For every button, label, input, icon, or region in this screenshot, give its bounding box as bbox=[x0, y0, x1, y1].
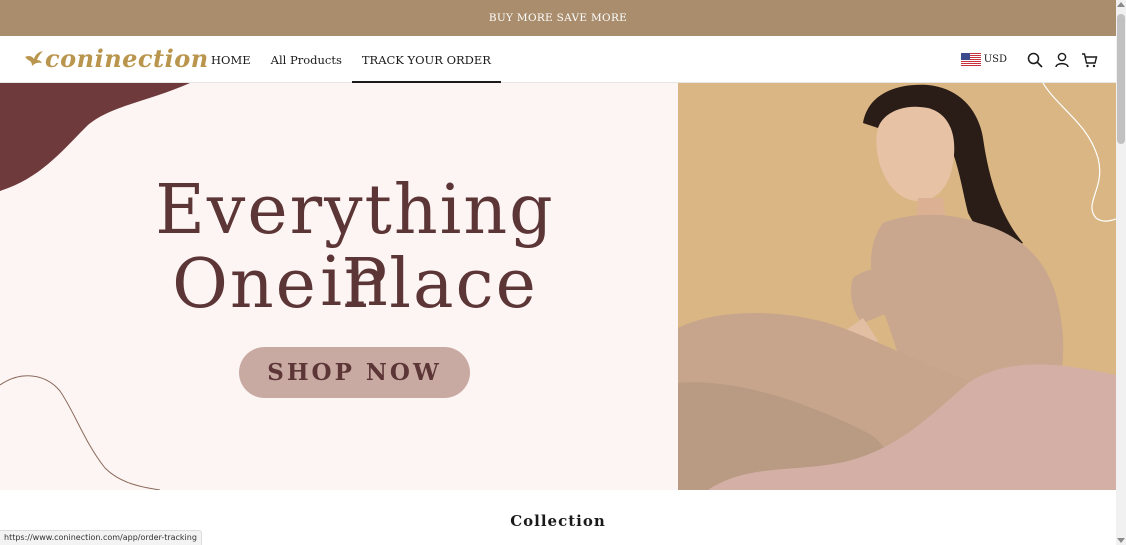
collection-title: Collection bbox=[510, 512, 606, 530]
shop-now-label: SHOP NOW bbox=[267, 359, 442, 386]
model-illustration bbox=[678, 83, 1116, 490]
search-icon bbox=[1027, 52, 1043, 68]
main-nav: HOME All Products TRACK YOUR ORDER bbox=[201, 36, 502, 83]
account-button[interactable] bbox=[1053, 51, 1071, 69]
bird-logo-icon bbox=[25, 51, 43, 66]
page-scrollbar[interactable] bbox=[1116, 0, 1126, 545]
us-flag-icon bbox=[960, 53, 981, 66]
search-button[interactable] bbox=[1026, 51, 1044, 69]
currency-selector[interactable]: USD bbox=[960, 53, 1007, 66]
nav-home[interactable]: HOME bbox=[201, 36, 261, 83]
shop-now-button[interactable]: SHOP NOW bbox=[239, 347, 470, 398]
header-actions: USD bbox=[960, 36, 1098, 83]
nav-home-label: HOME bbox=[211, 52, 251, 67]
scroll-up-arrow-icon[interactable] bbox=[1117, 2, 1125, 7]
announcement-bar: BUY MORE SAVE MORE bbox=[0, 0, 1116, 36]
announcement-text: BUY MORE SAVE MORE bbox=[488, 12, 628, 24]
nav-all-products[interactable]: All Products bbox=[261, 36, 352, 83]
hero-banner[interactable]: Everything in One Place SHOP NOW bbox=[0, 83, 1116, 490]
status-bar-url: https://www.coninection.com/app/order-tr… bbox=[0, 530, 202, 545]
nav-track-your-order[interactable]: TRACK YOUR ORDER bbox=[351, 36, 502, 83]
scroll-thumb[interactable] bbox=[1117, 14, 1125, 144]
nav-all-products-label: All Products bbox=[270, 52, 342, 67]
cart-icon bbox=[1081, 52, 1097, 67]
logo-text: coninection bbox=[45, 44, 209, 73]
cart-button[interactable] bbox=[1080, 51, 1098, 69]
currency-label: USD bbox=[983, 54, 1007, 65]
site-header: coninection HOME All Products TRACK YOUR… bbox=[0, 36, 1116, 83]
hero-headline-line2: One Place bbox=[172, 245, 538, 324]
logo[interactable]: coninection bbox=[24, 45, 209, 73]
hero-model-photo bbox=[678, 83, 1116, 490]
nav-track-your-order-label: TRACK YOUR ORDER bbox=[361, 52, 491, 67]
account-icon bbox=[1055, 52, 1069, 67]
scroll-down-arrow-icon[interactable] bbox=[1117, 538, 1125, 543]
